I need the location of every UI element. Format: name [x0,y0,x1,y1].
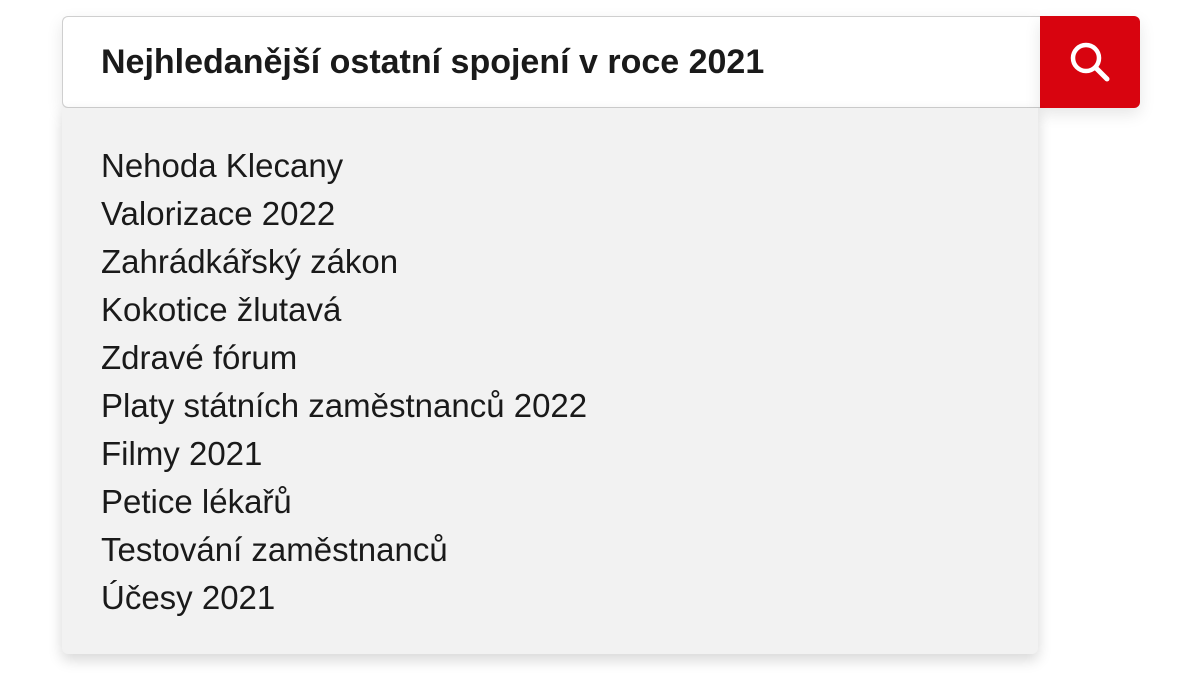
suggestion-item[interactable]: Zahrádkářský zákon [101,238,1038,286]
suggestion-item[interactable]: Filmy 2021 [101,430,1038,478]
search-input[interactable]: Nejhledanější ostatní spojení v roce 202… [62,16,1040,108]
suggestion-item[interactable]: Petice lékařů [101,478,1038,526]
suggestion-item[interactable]: Platy státních zaměstnanců 2022 [101,382,1038,430]
search-button[interactable] [1040,16,1140,108]
suggestion-item[interactable]: Valorizace 2022 [101,190,1038,238]
suggestions-dropdown: Nehoda Klecany Valorizace 2022 Zahrádkář… [62,108,1038,654]
suggestion-item[interactable]: Nehoda Klecany [101,142,1038,190]
suggestion-item[interactable]: Testování zaměstnanců [101,526,1038,574]
suggestion-item[interactable]: Účesy 2021 [101,574,1038,622]
suggestion-item[interactable]: Zdravé fórum [101,334,1038,382]
search-widget: Nejhledanější ostatní spojení v roce 202… [62,16,1140,654]
search-bar: Nejhledanější ostatní spojení v roce 202… [62,16,1140,108]
search-icon [1070,42,1110,82]
suggestion-item[interactable]: Kokotice žlutavá [101,286,1038,334]
